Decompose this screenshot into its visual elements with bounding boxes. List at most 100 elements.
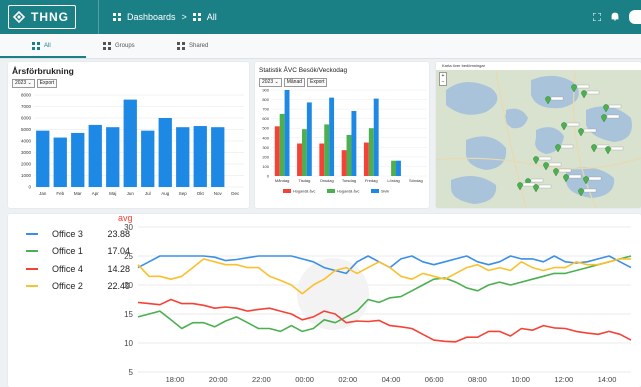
line-y-tick: 15 (124, 310, 133, 319)
avc-bar-lördag-1 (391, 160, 397, 176)
avc-legend-swatch (327, 189, 335, 193)
map-pin-label (588, 176, 602, 181)
annual-x-tick: Jan (39, 191, 47, 196)
avc-bar-torsdag-0 (341, 150, 347, 176)
avc-bar-måndag-2 (284, 90, 290, 176)
map-pin-label (586, 90, 600, 95)
map-pin-label (558, 168, 572, 173)
tab-all[interactable]: All (32, 34, 51, 58)
annual-y-tick: 5000 (21, 127, 32, 132)
avc-bar-tisdag-0 (297, 143, 302, 176)
avc-bar-fredag-2 (373, 98, 379, 176)
office-temperature-widget: avg Office 3 23.88 Office 1 17.04 Office… (8, 213, 641, 387)
annual-x-tick: Aug (161, 191, 170, 196)
annual-consumption-widget: Årsförbrukning 2023 ⌄ Export 0 1000 2000 30… (8, 62, 249, 208)
breadcrumb-all[interactable]: All (207, 12, 217, 22)
map-pin-label (583, 128, 597, 133)
avc-bar-tisdag-1 (301, 129, 307, 176)
map-pin-label (576, 84, 590, 89)
annual-bar-jun (123, 99, 137, 187)
dashboards-grid-icon (113, 13, 121, 21)
annual-y-tick: 0 (28, 185, 31, 190)
line-x-tick: 10:00 (511, 375, 530, 384)
annual-y-tick: 1000 (21, 173, 32, 178)
annual-bar-maj (106, 127, 120, 187)
avc-legend-label: Hogandä åvc (293, 190, 315, 194)
avc-bar-torsdag-2 (351, 111, 357, 176)
fullscreen-icon[interactable] (592, 8, 602, 26)
avc-y-tick: 600 (262, 116, 269, 121)
line-x-tick: 00:00 (295, 375, 314, 384)
map-view[interactable] (436, 70, 641, 208)
avc-bar-måndag-1 (279, 113, 285, 176)
avc-y-tick: 200 (262, 154, 269, 159)
line-x-tick: 02:00 (338, 375, 357, 384)
breadcrumb: Dashboards > All (98, 0, 217, 34)
line-series-office-2 (137, 258, 631, 295)
avc-legend-label: Sivik (381, 190, 389, 194)
logo-mark-icon (12, 10, 26, 24)
tab-shared-grid-icon (177, 42, 185, 50)
line-y-tick: 5 (129, 368, 134, 377)
annual-y-tick: 3000 (21, 150, 32, 155)
map-pin-label (522, 182, 536, 187)
all-grid-icon (192, 13, 201, 21)
map-pin-label (548, 162, 562, 167)
annual-bar-sep (176, 127, 190, 187)
map-pin-label (538, 184, 552, 189)
line-x-tick: 06:00 (425, 375, 444, 384)
avc-x-tick: Torsdag (342, 178, 356, 183)
line-x-tick: 08:00 (468, 375, 487, 384)
tab-groups[interactable]: Groups (103, 34, 135, 58)
avc-bar-fredag-1 (368, 128, 374, 176)
map-pin-label (530, 178, 544, 183)
tab-shared-label: Shared (189, 43, 209, 49)
avc-bar-onsdag-2 (329, 97, 335, 176)
map-caption: Karta över bedömningar (436, 62, 641, 70)
tab-shared[interactable]: Shared (177, 34, 208, 58)
map-pin-label (568, 174, 582, 179)
dashboard-tabs: All Groups Shared (0, 34, 641, 59)
map-pin-label (583, 188, 597, 193)
annual-x-tick: Jun (127, 191, 135, 196)
line-x-tick: 14:00 (598, 375, 617, 384)
annual-x-tick: Feb (56, 191, 64, 196)
map-widget: Karta över bedömningar + − (436, 62, 641, 208)
app-logo[interactable]: THNG (8, 5, 76, 29)
avc-bar-fredag-0 (363, 142, 369, 176)
avc-legend-swatch (283, 189, 291, 193)
annual-x-tick: Dec (231, 191, 240, 196)
annual-bar-okt (193, 126, 207, 187)
avc-visits-widget: Statistik ÅVC Besök/Veckodag 2023 ⌄ Måna… (255, 62, 429, 208)
line-y-tick: 10 (124, 339, 133, 348)
map-zoom-control[interactable]: + − (439, 72, 447, 86)
annual-x-tick: Mar (74, 191, 82, 196)
tab-all-label: All (44, 43, 51, 49)
line-x-tick: 22:00 (252, 375, 271, 384)
tab-groups-grid-icon (103, 42, 111, 50)
notification-bell-icon[interactable] (611, 8, 619, 26)
line-x-tick: 20:00 (209, 375, 228, 384)
annual-y-tick: 4000 (21, 139, 32, 144)
line-series-office-4 (137, 298, 632, 343)
annual-bar-mar (71, 132, 85, 187)
avc-y-tick: 300 (262, 145, 269, 150)
avc-y-tick: 800 (262, 97, 269, 102)
avc-x-tick: Lördag (387, 178, 399, 183)
user-avatar[interactable] (629, 10, 641, 24)
header-actions (592, 0, 641, 34)
office-line-chart: 5 10 15 20 25 30 18:00 20:00 22:00 00:00 02:00 04:0… (124, 223, 641, 384)
avc-legend-label: Hogandä åvc (337, 190, 359, 194)
map-pin-label (608, 104, 622, 109)
avc-bar-måndag-0 (274, 126, 280, 176)
avc-x-tick: Tisdag (298, 178, 310, 183)
avc-y-tick: 100 (262, 164, 269, 169)
line-x-tick: 12:00 (554, 375, 573, 384)
avc-grouped-bar-chart: 0 100 200 300 400 500 600 700 800 900 Måndag Tisdag… (262, 88, 427, 194)
annual-y-tick: 6000 (21, 116, 32, 121)
avc-bar-tisdag-2 (306, 102, 312, 176)
breadcrumb-dashboards[interactable]: Dashboards (127, 12, 176, 22)
line-x-tick: 18:00 (166, 375, 185, 384)
map-pin-label (560, 144, 574, 149)
annual-bar-nov (211, 127, 225, 187)
